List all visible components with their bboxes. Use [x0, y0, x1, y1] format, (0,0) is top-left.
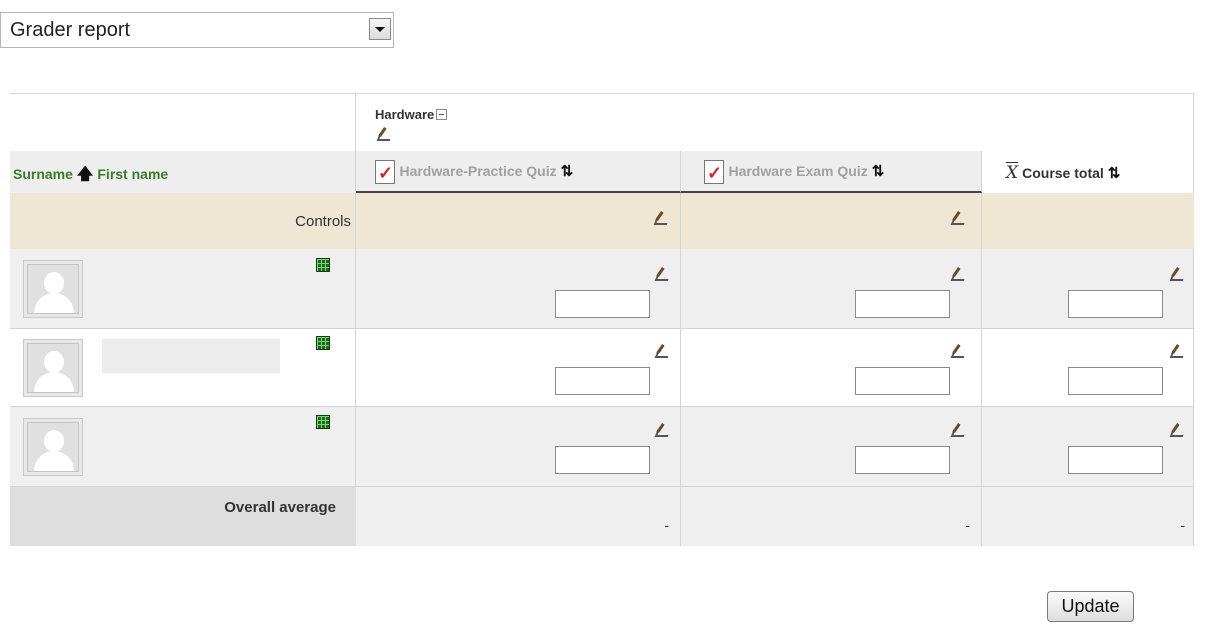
edit-icon[interactable] — [951, 344, 965, 357]
average-cell: - — [681, 487, 982, 546]
sort-firstname-link[interactable]: First name — [97, 166, 168, 182]
edit-icon[interactable] — [951, 423, 965, 436]
avatar[interactable] — [23, 418, 83, 476]
edit-icon[interactable] — [1170, 344, 1184, 357]
collapse-icon[interactable] — [436, 109, 448, 120]
edit-icon[interactable] — [655, 423, 669, 436]
grade-input[interactable] — [1068, 290, 1163, 318]
item-link-1[interactable]: Hardware-Practice Quiz — [399, 163, 556, 179]
average-cell: - — [982, 487, 1194, 546]
controls-cell-2 — [681, 193, 982, 249]
grade-analysis-icon[interactable] — [316, 415, 330, 429]
controls-label-cell: Controls — [10, 193, 356, 249]
quiz-icon — [375, 160, 395, 184]
average-value: - — [1180, 517, 1185, 533]
category-header: Hardware — [356, 93, 1194, 151]
update-button[interactable]: Update — [1047, 591, 1134, 622]
grade-input[interactable] — [855, 446, 950, 474]
edit-icon[interactable] — [951, 211, 965, 224]
sort-surname-link[interactable]: Surname — [13, 166, 73, 182]
sort-icon[interactable]: ⇅ — [872, 162, 885, 180]
mean-icon: X — [1006, 163, 1019, 183]
grade-input[interactable] — [1068, 367, 1163, 395]
average-value: - — [664, 517, 669, 533]
edit-icon[interactable] — [655, 267, 669, 280]
name-column-header: Surname 🡅 First name — [10, 151, 356, 193]
sort-icon[interactable]: ⇅ — [1108, 164, 1121, 182]
edit-icon[interactable] — [377, 127, 391, 140]
overall-average-label-cell: Overall average — [10, 487, 356, 546]
average-cell: - — [356, 487, 681, 546]
controls-label: Controls — [295, 213, 351, 230]
grader-table: Hardware Surname🡅First name Hardware-Pra… — [0, 0, 1209, 627]
edit-icon[interactable] — [951, 267, 965, 280]
header-blank-cell — [10, 93, 356, 151]
category-title: Hardware — [375, 107, 435, 122]
sort-icon[interactable]: ⇅ — [561, 162, 574, 180]
avatar[interactable] — [23, 260, 83, 318]
avatar[interactable] — [23, 339, 83, 397]
course-total-label: Course total — [1022, 165, 1104, 181]
grade-input[interactable] — [855, 367, 950, 395]
grade-analysis-icon[interactable] — [316, 336, 330, 350]
grade-analysis-icon[interactable] — [316, 258, 330, 272]
quiz-icon — [704, 160, 724, 184]
up-arrow-icon: 🡅 — [76, 166, 94, 183]
edit-icon[interactable] — [654, 211, 668, 224]
grade-input[interactable] — [555, 446, 650, 474]
controls-cell-1 — [356, 193, 681, 249]
item-header-2: Hardware Exam Quiz ⇅ — [681, 151, 982, 193]
grade-input[interactable] — [555, 290, 650, 318]
grade-input[interactable] — [855, 290, 950, 318]
item-link-2[interactable]: Hardware Exam Quiz — [728, 163, 867, 179]
course-total-header: X Course total ⇅ — [982, 151, 1194, 193]
overall-average-label: Overall average — [224, 499, 336, 516]
average-value: - — [965, 517, 970, 533]
edit-icon[interactable] — [1170, 267, 1184, 280]
grade-input[interactable] — [555, 367, 650, 395]
item-header-1: Hardware-Practice Quiz ⇅ — [356, 151, 681, 193]
grade-input[interactable] — [1068, 446, 1163, 474]
edit-icon[interactable] — [1170, 423, 1184, 436]
student-name-placeholder — [102, 339, 280, 373]
edit-icon[interactable] — [655, 344, 669, 357]
